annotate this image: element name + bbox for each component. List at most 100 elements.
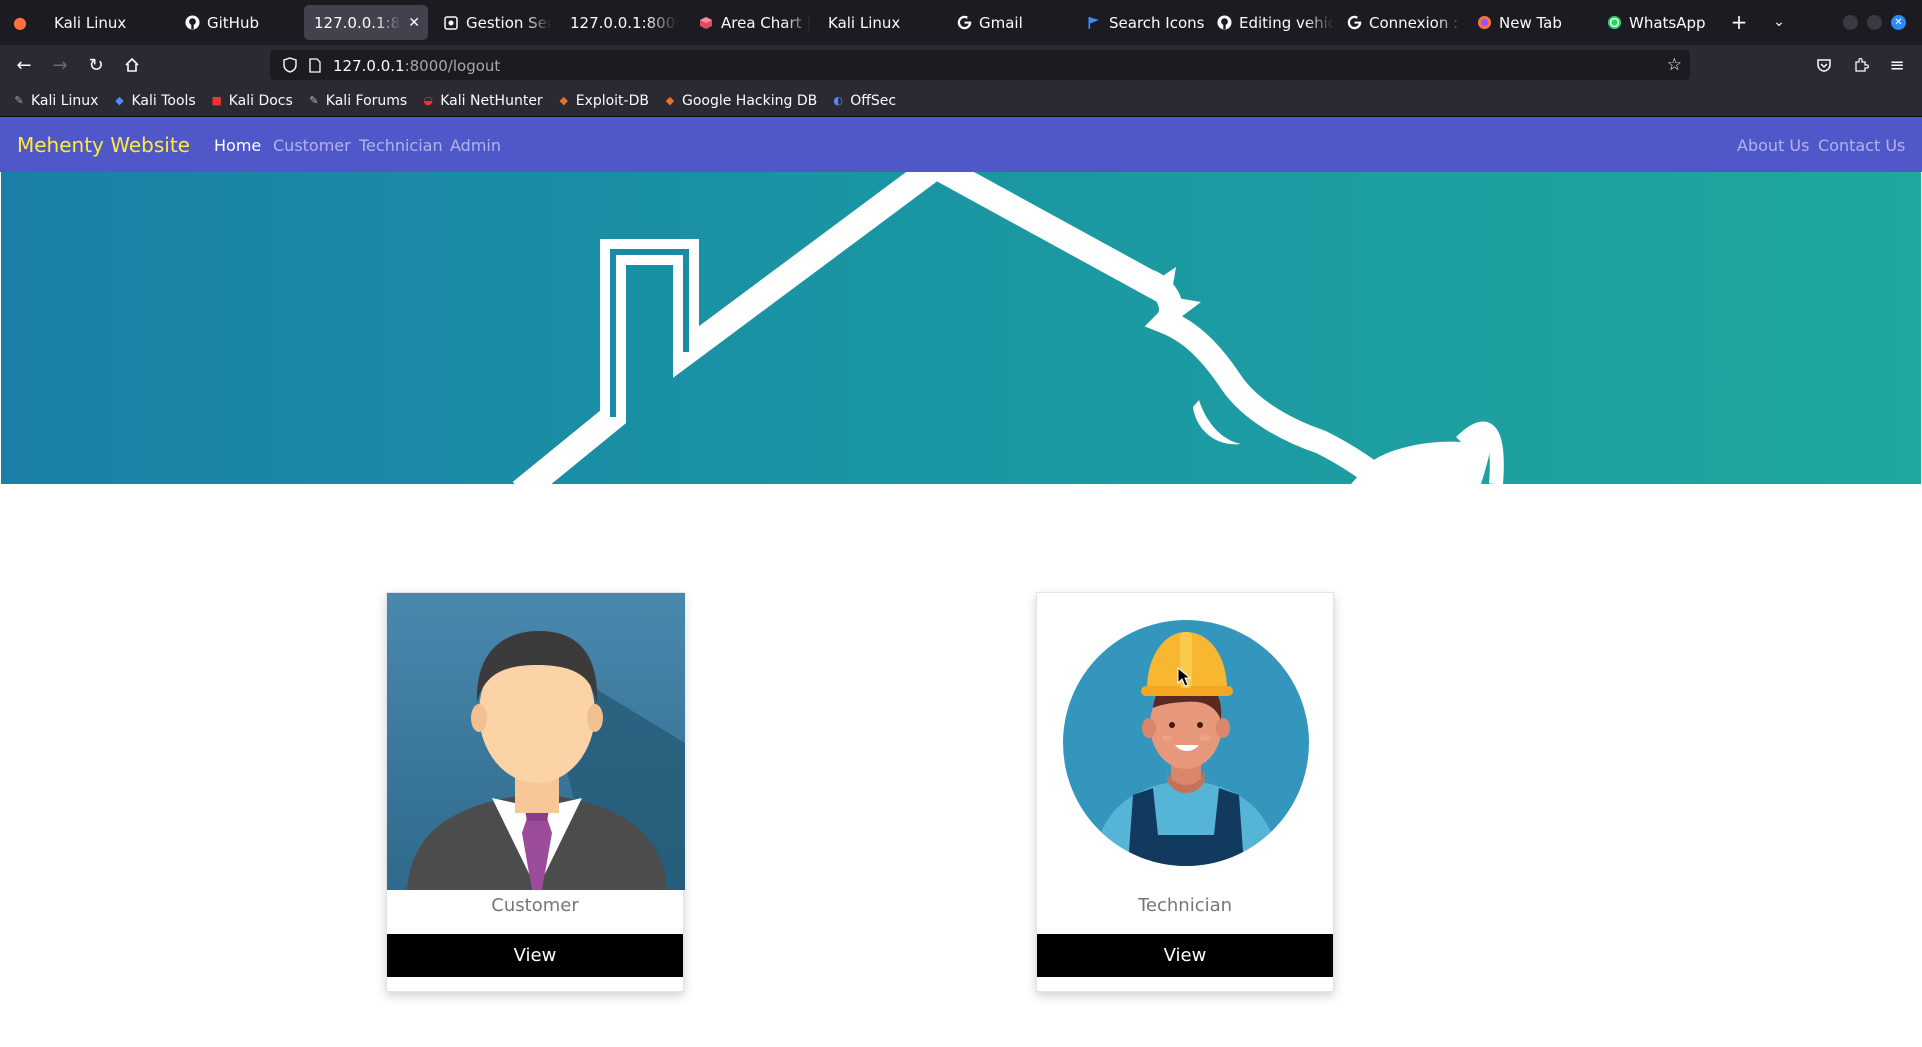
firefox-menu-icon[interactable]: ● — [6, 8, 34, 36]
home-icon[interactable] — [118, 51, 146, 79]
bookmark-kali-docs[interactable]: ■ Kali Docs — [210, 93, 293, 109]
tab-active-localhost[interactable]: 127.0.0.1:8000 ✕ — [304, 5, 428, 40]
bookmark-kali-tools[interactable]: ◆ Kali Tools — [112, 93, 195, 109]
tab-title: Area Chart | C — [721, 13, 811, 32]
tab-title: Search Icons — [1109, 13, 1204, 32]
forward-arrow-icon[interactable]: → — [46, 51, 74, 79]
maximize-window-button[interactable] — [1867, 15, 1882, 30]
tab-title: Gmail — [979, 13, 1023, 32]
browser-navigation-bar: ← → ↻ 127.0.0.1:8000/logout ☆ ≡ — [0, 45, 1922, 85]
nav-technician[interactable]: Technician — [359, 136, 443, 155]
tab-gestion-services[interactable]: Gestion Servi — [433, 5, 551, 40]
tab-localhost-admin[interactable]: 127.0.0.1:8000/a — [560, 5, 678, 40]
exploitdb-icon: ◆ — [559, 94, 568, 107]
kali-tools-icon: ◆ — [115, 94, 124, 107]
technician-view-button[interactable]: View — [1037, 934, 1333, 977]
bookmark-offsec[interactable]: ◐ OffSec — [831, 93, 896, 109]
technician-card: Technician View — [1036, 592, 1334, 992]
tab-editing-vehicle[interactable]: Editing vehic — [1206, 5, 1334, 40]
address-bar[interactable]: 127.0.0.1:8000/logout ☆ — [270, 50, 1690, 80]
tab-title: Kali Linux — [828, 13, 901, 32]
firefox-icon — [1476, 15, 1492, 31]
bookmark-kali-linux[interactable]: ✎ Kali Linux — [12, 93, 98, 109]
ghdb-icon: ◆ — [665, 94, 675, 107]
google-icon — [1346, 15, 1362, 31]
tab-title: Editing vehic — [1239, 13, 1334, 32]
tab-kali-linux-2[interactable]: Kali Linux — [818, 5, 943, 40]
kali-docs-icon: ■ — [211, 94, 222, 107]
technician-avatar-icon — [1093, 632, 1279, 866]
nav-admin[interactable]: Admin — [450, 136, 501, 155]
close-window-button[interactable]: ✕ — [1891, 15, 1906, 30]
bookmark-google-hacking-db[interactable]: ◆ Google Hacking DB — [663, 93, 817, 109]
bookmark-star-icon[interactable]: ☆ — [1667, 55, 1682, 75]
tab-new-tab[interactable]: New Tab — [1466, 5, 1594, 40]
cube-icon — [698, 15, 714, 31]
bookmark-label: Google Hacking DB — [681, 92, 818, 109]
url-text: 127.0.0.1:8000/logout — [333, 56, 500, 75]
bookmark-label: Exploit-DB — [575, 92, 649, 109]
nav-about-us[interactable]: About Us — [1737, 136, 1809, 155]
shield-icon[interactable] — [283, 57, 299, 73]
bookmark-label: Kali Linux — [31, 92, 99, 109]
tab-title: Connexion : c — [1369, 13, 1464, 32]
customer-view-button[interactable]: View — [387, 934, 683, 977]
bookmark-label: Kali Docs — [228, 92, 293, 109]
close-tab-icon[interactable]: ✕ — [408, 15, 420, 31]
nav-contact-us[interactable]: Contact Us — [1818, 136, 1905, 155]
customer-avatar-image — [387, 593, 685, 890]
tab-title: 127.0.0.1:8000/a — [570, 13, 678, 32]
page-icon — [443, 15, 459, 31]
tab-github[interactable]: GitHub — [174, 5, 299, 40]
hero-banner — [1, 172, 1921, 484]
tab-gmail[interactable]: Gmail — [946, 5, 1074, 40]
technician-avatar-image — [1063, 620, 1309, 866]
kali-dragon-icon: ✎ — [14, 94, 24, 107]
businessman-avatar-icon — [407, 631, 685, 890]
bookmark-label: Kali Forums — [325, 92, 408, 109]
page-info-icon[interactable] — [309, 57, 323, 73]
google-icon — [956, 15, 972, 31]
site-brand[interactable]: Mehenty Website — [17, 133, 190, 157]
new-tab-plus-icon[interactable]: + — [1725, 8, 1753, 36]
whatsapp-icon — [1606, 15, 1622, 31]
offsec-icon: ◐ — [833, 94, 843, 107]
tab-connexion[interactable]: Connexion : c — [1336, 5, 1464, 40]
bookmark-label: Kali Tools — [131, 92, 196, 109]
bookmarks-toolbar: ✎ Kali Linux ◆ Kali Tools ■ Kali Docs ✎ … — [0, 85, 1922, 117]
minimize-window-button[interactable] — [1843, 15, 1858, 30]
nav-home[interactable]: Home — [214, 136, 261, 155]
customer-card: Customer View — [386, 592, 685, 992]
house-outline-graphic — [512, 172, 1504, 484]
tab-area-chart[interactable]: Area Chart | C — [688, 5, 816, 40]
back-arrow-icon[interactable]: ← — [10, 51, 38, 79]
list-all-tabs-chevron-icon[interactable]: ⌄ — [1765, 8, 1793, 36]
nav-customer[interactable]: Customer — [273, 136, 351, 155]
card-caption: Customer — [491, 895, 579, 916]
bookmark-exploit-db[interactable]: ◆ Exploit-DB — [557, 93, 649, 109]
bookmark-label: Kali NetHunter — [440, 92, 543, 109]
tab-title: New Tab — [1499, 13, 1562, 32]
tab-title: Gestion Servi — [466, 13, 551, 32]
github-icon — [184, 15, 200, 31]
nethunter-icon: ◒ — [423, 94, 434, 107]
tab-title: 127.0.0.1:8000 — [314, 13, 401, 32]
bookmark-label: OffSec — [850, 92, 897, 109]
kali-forums-icon: ✎ — [309, 94, 319, 107]
tab-search-icons[interactable]: Search Icons — [1076, 5, 1204, 40]
tab-title: GitHub — [207, 13, 259, 32]
tab-title: Kali Linux — [54, 13, 127, 32]
extensions-puzzle-icon[interactable] — [1847, 51, 1875, 79]
browser-tab-strip: ● Kali Linux GitHub 127.0.0.1:8000 ✕ Ges… — [0, 0, 1922, 45]
tab-kali-linux[interactable]: Kali Linux — [44, 5, 174, 40]
tab-whatsapp[interactable]: WhatsApp — [1596, 5, 1724, 40]
tab-title: WhatsApp — [1629, 13, 1706, 32]
card-caption: Technician — [1137, 895, 1233, 916]
pocket-icon[interactable] — [1810, 51, 1838, 79]
reload-icon[interactable]: ↻ — [82, 51, 110, 79]
bookmark-kali-forums[interactable]: ✎ Kali Forums — [307, 93, 407, 109]
github-icon — [1216, 15, 1232, 31]
bookmark-kali-nethunter[interactable]: ◒ Kali NetHunter — [421, 93, 542, 109]
hamburger-menu-icon[interactable]: ≡ — [1883, 51, 1911, 79]
mouse-cursor-icon — [1177, 667, 1191, 687]
